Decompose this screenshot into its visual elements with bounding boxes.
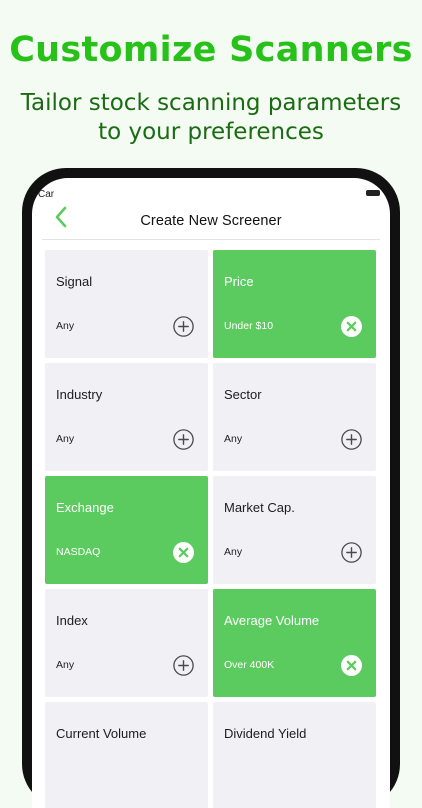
filter-value: Any bbox=[224, 546, 243, 558]
promo-title: Customize Scanners bbox=[9, 30, 413, 70]
add-filter-button[interactable] bbox=[173, 316, 194, 337]
promo-subtitle: Tailor stock scanning parameters to your… bbox=[0, 89, 422, 147]
filter-card[interactable]: Industry Any bbox=[45, 363, 208, 471]
filter-card[interactable]: Signal Any bbox=[45, 250, 208, 358]
add-filter-button[interactable] bbox=[173, 655, 194, 676]
plus-circle-icon bbox=[173, 655, 194, 676]
filter-value: NASDAQ bbox=[56, 546, 101, 558]
plus-circle-icon bbox=[173, 316, 194, 337]
filter-value: Under $10 bbox=[224, 320, 274, 332]
phone-frame: Car Create New Screener Signal Any Price Un… bbox=[22, 168, 400, 808]
filter-value: Any bbox=[56, 320, 75, 332]
filter-card[interactable]: Exchange NASDAQ bbox=[45, 476, 208, 584]
filter-card[interactable]: Price Under $10 bbox=[213, 250, 376, 358]
filter-label: Price bbox=[224, 274, 254, 289]
promo-subtitle-line: to your preferences bbox=[98, 119, 324, 145]
filter-label: Signal bbox=[56, 274, 93, 289]
plus-circle-icon bbox=[341, 429, 362, 450]
filter-card[interactable]: Average Volume Over 400K bbox=[213, 589, 376, 697]
clear-icon bbox=[173, 542, 194, 563]
filter-label: Exchange bbox=[56, 500, 114, 515]
filter-label: Market Cap. bbox=[224, 500, 295, 515]
app-screen: Car Create New Screener Signal Any Price Un… bbox=[32, 178, 390, 808]
filter-label: Current Volume bbox=[56, 726, 147, 741]
filter-value: Any bbox=[224, 433, 243, 445]
add-filter-button[interactable] bbox=[341, 542, 362, 563]
filter-label: Average Volume bbox=[224, 613, 320, 628]
filter-label: Index bbox=[56, 613, 88, 628]
clear-filter-button[interactable] bbox=[341, 655, 362, 676]
filter-label: Dividend Yield bbox=[224, 726, 307, 741]
add-filter-button[interactable] bbox=[173, 429, 194, 450]
filter-value: Any bbox=[56, 433, 75, 445]
plus-circle-icon bbox=[341, 542, 362, 563]
clear-icon bbox=[341, 655, 362, 676]
filter-card[interactable]: Index Any bbox=[45, 589, 208, 697]
filter-card[interactable]: Market Cap. Any bbox=[213, 476, 376, 584]
filter-label: Industry bbox=[56, 387, 103, 402]
filter-value: Any bbox=[56, 659, 75, 671]
clear-filter-button[interactable] bbox=[341, 316, 362, 337]
promo-subtitle-line: Tailor stock scanning parameters bbox=[20, 90, 402, 116]
add-filter-button[interactable] bbox=[341, 429, 362, 450]
battery-icon bbox=[366, 190, 380, 196]
filter-value: Over 400K bbox=[224, 659, 275, 671]
page-title: Create New Screener bbox=[140, 213, 282, 229]
filter-card[interactable]: Current Volume bbox=[45, 702, 208, 808]
clear-filter-button[interactable] bbox=[173, 542, 194, 563]
filter-grid: Signal Any Price Under $10 Industry Any Sector… bbox=[45, 250, 376, 808]
filter-card[interactable]: Sector Any bbox=[213, 363, 376, 471]
filter-label: Sector bbox=[224, 387, 262, 402]
filter-card[interactable]: Dividend Yield bbox=[213, 702, 376, 808]
navigation-bar: Create New Screener bbox=[32, 198, 390, 240]
header-divider bbox=[42, 239, 380, 240]
clear-icon bbox=[341, 316, 362, 337]
plus-circle-icon bbox=[173, 429, 194, 450]
